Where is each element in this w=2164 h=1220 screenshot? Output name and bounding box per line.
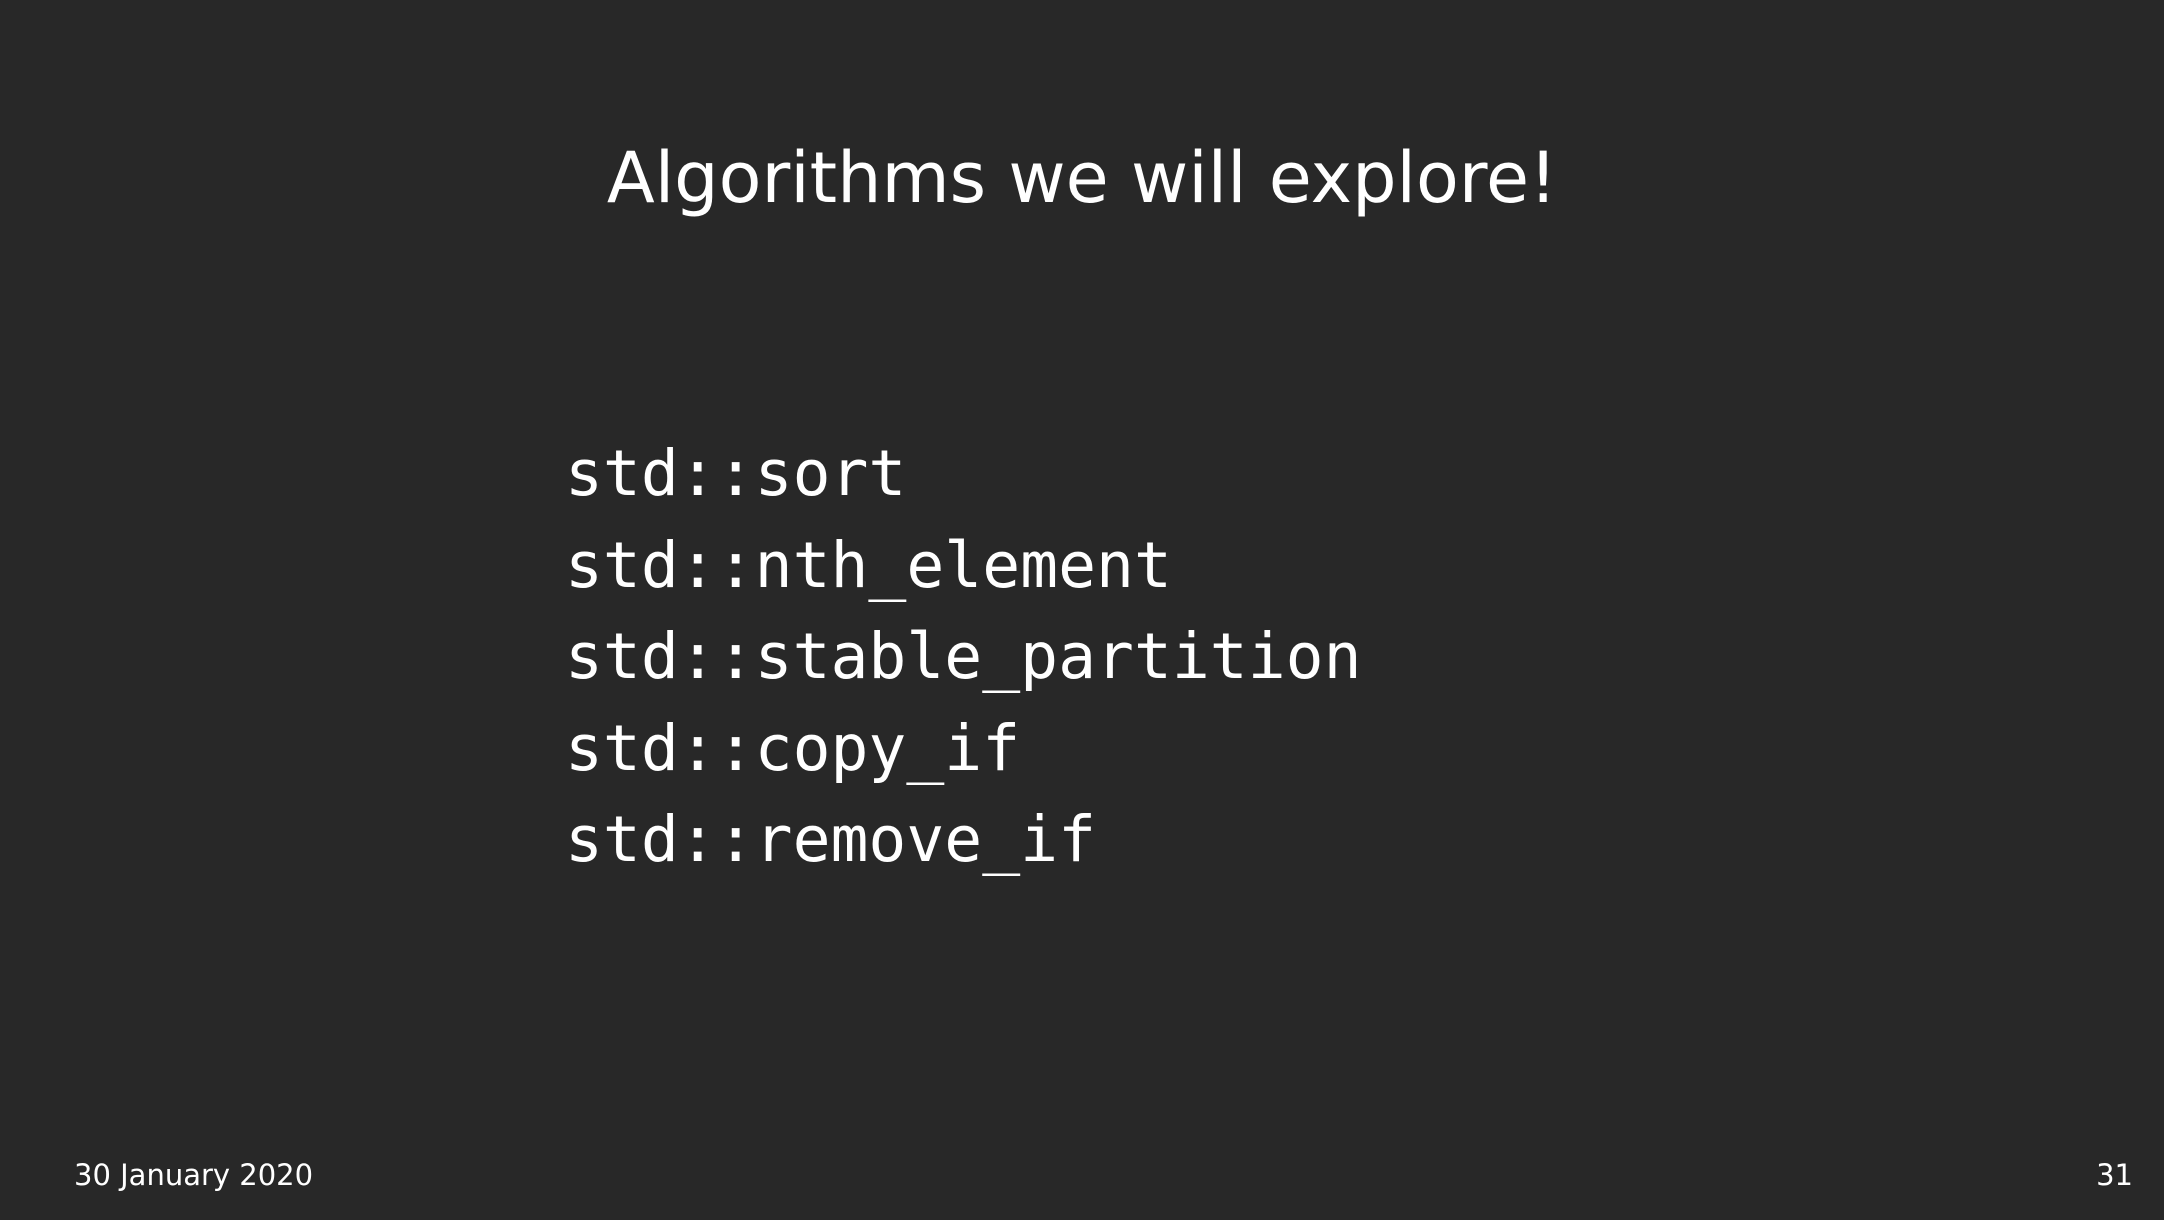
footer-date: 30 January 2020 — [74, 1158, 314, 1192]
presentation-slide: Algorithms we will explore! std::sort st… — [0, 0, 2164, 1220]
algorithm-list: std::sort std::nth_element std::stable_p… — [565, 428, 1362, 886]
slide-title: Algorithms we will explore! — [606, 137, 1558, 219]
slide-page-number: 31 — [2096, 1158, 2133, 1192]
algorithm-item-sort: std::sort — [565, 437, 907, 510]
algorithm-item-remove-if: std::remove_if — [565, 803, 1097, 876]
algorithm-item-copy-if: std::copy_if — [565, 711, 1021, 785]
algorithm-item-stable-partition: std::stable_partition — [565, 620, 1362, 693]
algorithm-item-nth-element: std::nth_element — [565, 528, 1172, 602]
